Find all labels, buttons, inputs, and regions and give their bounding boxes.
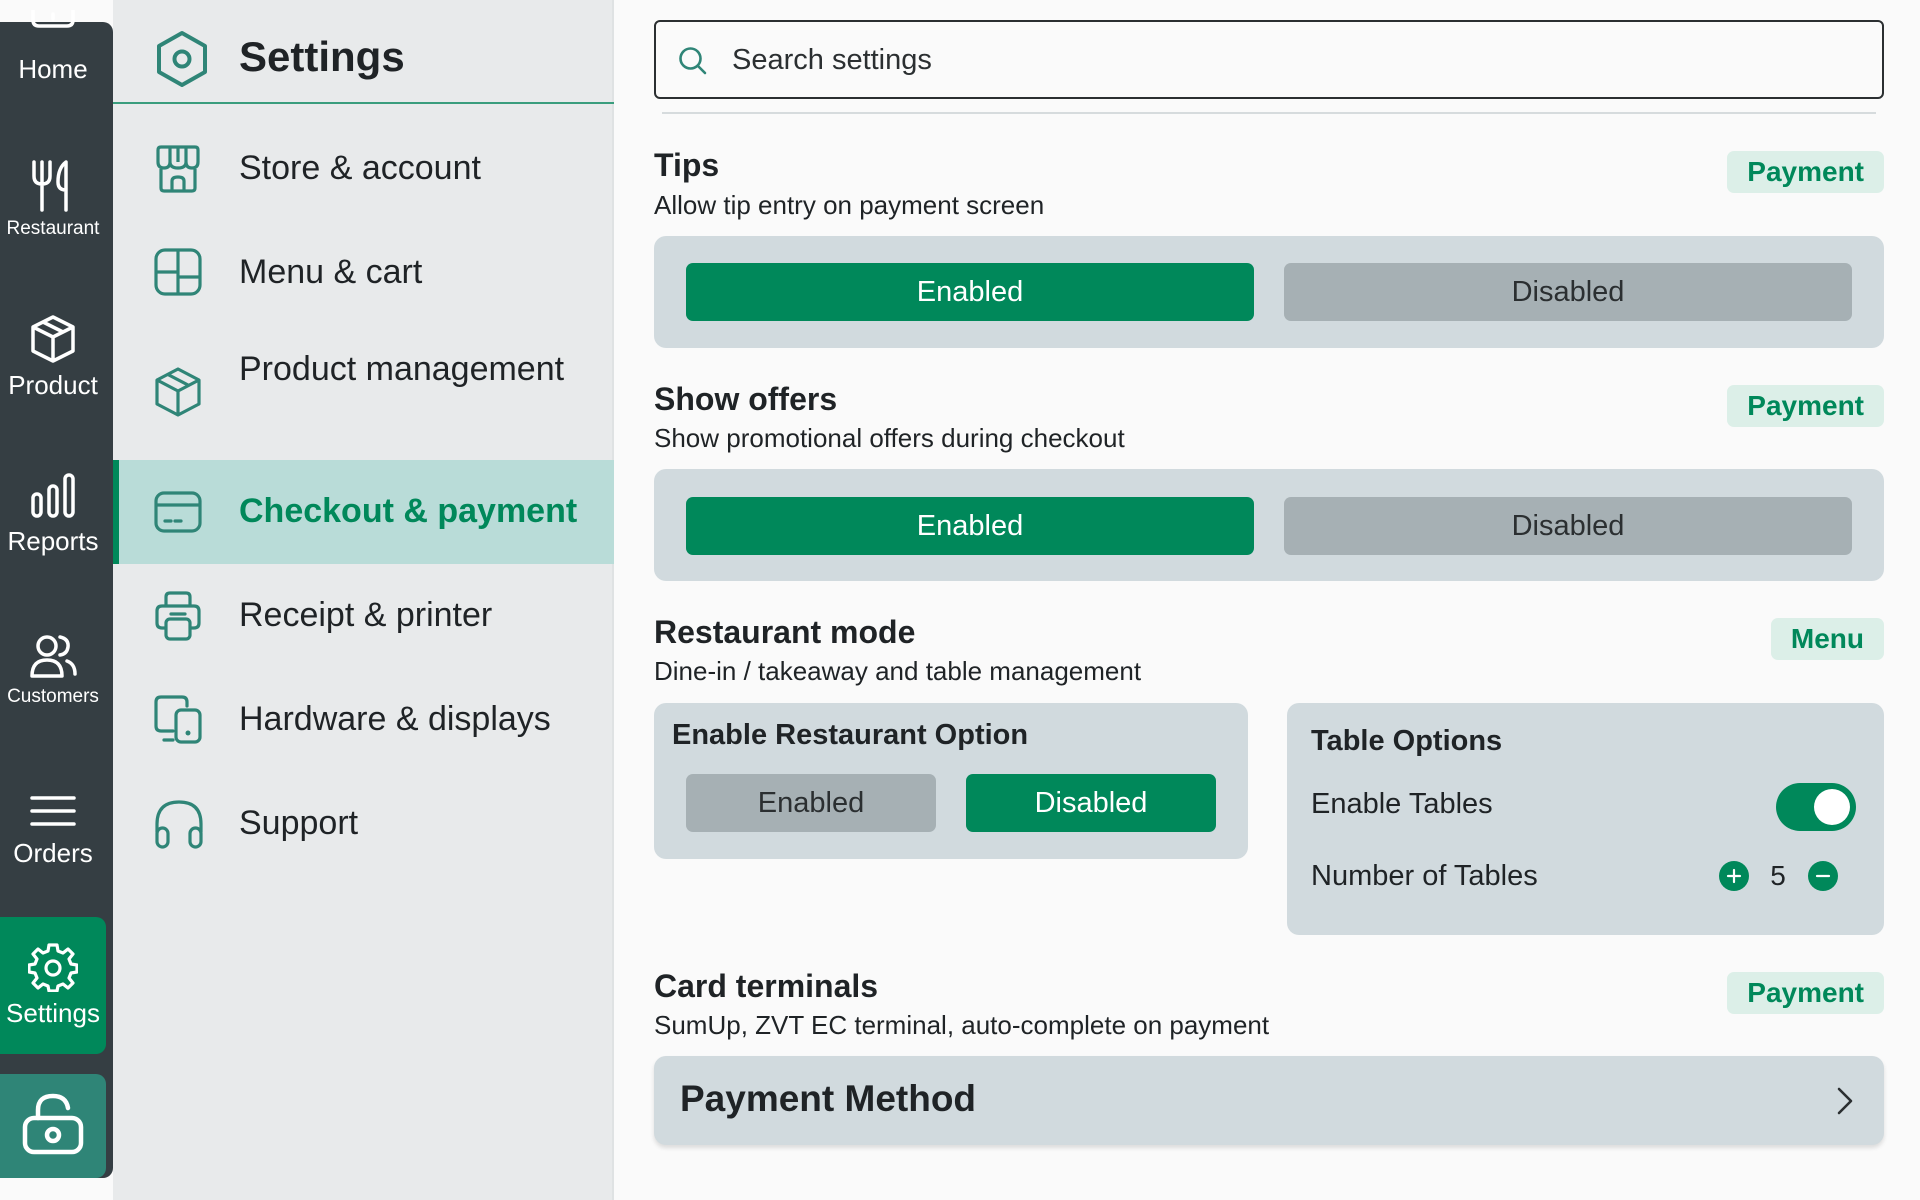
card-terminals-category-badge: Payment [1727, 972, 1884, 1014]
rail-item-settings[interactable]: Settings [0, 917, 106, 1054]
divider [662, 112, 1876, 114]
gear-icon [28, 942, 78, 992]
nav-label-checkout-payment: Checkout & payment [239, 492, 578, 530]
increment-tables-button[interactable] [1719, 861, 1749, 891]
grid-icon [153, 247, 203, 302]
tips-category-badge: Payment [1727, 151, 1884, 193]
lock-icon [20, 1092, 86, 1161]
search-box[interactable] [654, 20, 1884, 99]
card-terminals-title: Card terminals [654, 968, 879, 1004]
nav-label-support: Support [239, 804, 359, 842]
left-rail: Home Restaurant Product Reports Customer… [0, 0, 113, 1200]
rail-label-product: Product [8, 370, 98, 400]
number-of-tables-label: Number of Tables [1311, 860, 1538, 892]
offers-description: Show promotional offers during checkout [654, 423, 1125, 453]
rail-label-home: Home [18, 54, 88, 84]
nav-label-hardware-displays: Hardware & displays [239, 700, 551, 738]
tips-disabled-button[interactable]: Disabled [1284, 263, 1852, 321]
restaurant-description: Dine-in / takeaway and table management [654, 656, 1142, 686]
tips-title: Tips [654, 147, 720, 183]
offers-toggle-card: Enabled Disabled [654, 469, 1884, 581]
restaurant-enabled-button[interactable]: Enabled [686, 774, 936, 832]
store-icon [153, 144, 203, 199]
box-icon [29, 314, 77, 364]
rail-item-restaurant[interactable]: Restaurant [0, 160, 106, 250]
nav-item-menu-cart[interactable]: Menu & cart [113, 224, 614, 320]
offers-category-badge: Payment [1727, 385, 1884, 427]
card-terminals-description: SumUp, ZVT EC terminal, auto-complete on… [654, 1010, 1270, 1040]
home-icon [29, 10, 77, 50]
settings-hexagon-icon [155, 30, 209, 93]
rail-label-customers: Customers [7, 686, 99, 707]
restaurant-option-card: Enable Restaurant Option Enabled Disable… [654, 703, 1248, 859]
restaurant-title: Restaurant mode [654, 614, 916, 650]
enable-tables-toggle[interactable] [1776, 783, 1856, 831]
headset-icon [153, 798, 205, 855]
settings-content: Tips Allow tip entry on payment screen P… [614, 0, 1920, 1200]
nav-label-menu-cart: Menu & cart [239, 253, 423, 291]
toggle-knob [1814, 789, 1850, 825]
settings-nav-header: Settings [113, 0, 614, 104]
cutlery-icon [30, 160, 76, 212]
restaurant-option-title: Enable Restaurant Option [672, 719, 1029, 751]
rail-item-product[interactable]: Product [0, 314, 106, 410]
offers-title: Show offers [654, 381, 838, 417]
tips-toggle-card: Enabled Disabled [654, 236, 1884, 348]
users-icon [29, 632, 77, 680]
nav-item-checkout-payment[interactable]: Checkout & payment [113, 460, 614, 564]
nav-label-receipt-printer: Receipt & printer [239, 596, 493, 634]
bar-chart-icon [29, 472, 77, 520]
search-input[interactable] [732, 38, 1852, 82]
rail-item-customers[interactable]: Customers [0, 632, 106, 726]
menu-lines-icon [30, 794, 76, 828]
rail-label-restaurant: Restaurant [6, 218, 100, 239]
plus-icon [1726, 868, 1742, 884]
rail-item-home[interactable]: Home [0, 10, 106, 100]
rail-label-reports: Reports [7, 526, 99, 556]
decrement-tables-button[interactable] [1808, 861, 1838, 891]
nav-label-store-account: Store & account [239, 149, 481, 187]
offers-enabled-button[interactable]: Enabled [686, 497, 1254, 555]
nav-item-product-management[interactable]: Product management [113, 334, 614, 450]
chevron-right-icon [1836, 1086, 1854, 1121]
page-title: Settings [239, 33, 405, 80]
box-icon [153, 366, 203, 423]
printer-icon [153, 590, 203, 647]
settings-nav: Settings Store & account Menu & cart Pro… [113, 0, 614, 1200]
lock-button[interactable] [0, 1074, 106, 1178]
rail-label-settings: Settings [6, 998, 100, 1028]
nav-item-hardware-displays[interactable]: Hardware & displays [113, 672, 614, 768]
nav-item-store-account[interactable]: Store & account [113, 120, 614, 216]
restaurant-category-badge: Menu [1770, 618, 1884, 660]
rail-label-orders: Orders [13, 838, 93, 868]
number-of-tables-value: 5 [1770, 860, 1786, 891]
tips-enabled-button[interactable]: Enabled [686, 263, 1254, 321]
rail-item-reports[interactable]: Reports [0, 472, 106, 568]
card-icon [153, 488, 203, 541]
minus-icon [1815, 874, 1831, 878]
table-options-title: Table Options [1311, 725, 1503, 757]
rail-item-orders[interactable]: Orders [0, 794, 106, 878]
table-options-card: Table Options Enable Tables Number of Ta… [1287, 703, 1884, 935]
offers-disabled-button[interactable]: Disabled [1284, 497, 1852, 555]
nav-item-support[interactable]: Support [113, 776, 614, 872]
enable-tables-label: Enable Tables [1311, 788, 1493, 820]
payment-method-row[interactable]: Payment Method [654, 1056, 1884, 1145]
nav-label-product-management: Product management [239, 350, 565, 388]
search-icon [678, 46, 708, 81]
nav-item-receipt-printer[interactable]: Receipt & printer [113, 568, 614, 664]
tips-description: Allow tip entry on payment screen [654, 190, 1045, 220]
payment-method-label: Payment Method [680, 1078, 977, 1119]
devices-icon [153, 694, 203, 751]
restaurant-disabled-button[interactable]: Disabled [966, 774, 1216, 832]
